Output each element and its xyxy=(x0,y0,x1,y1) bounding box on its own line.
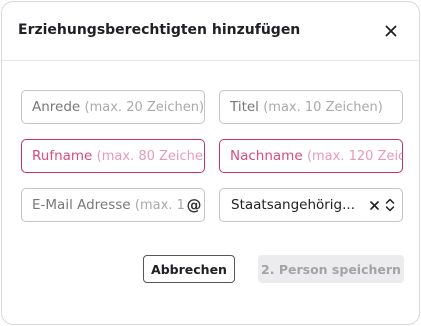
last-name-field[interactable]: Nachname (max. 120 Zeichen) xyxy=(219,139,403,173)
salutation-input[interactable] xyxy=(22,91,204,123)
select-toggle[interactable] xyxy=(384,196,396,214)
close-button[interactable] xyxy=(378,18,404,44)
cancel-button[interactable]: Abbrechen xyxy=(143,255,235,283)
clear-button[interactable] xyxy=(367,196,381,214)
email-input[interactable] xyxy=(22,189,204,221)
dialog-header: Erziehungsberechtigten hinzufügen xyxy=(2,2,419,61)
nationality-select[interactable]: Staatsangehörig... xyxy=(219,188,403,222)
last-name-input[interactable] xyxy=(220,140,402,172)
first-name-field[interactable]: Rufname (max. 80 Zeichen) xyxy=(21,139,205,173)
add-guardian-dialog: Erziehungsberechtigten hinzufügen Anrede… xyxy=(1,1,420,325)
clear-icon xyxy=(369,200,379,210)
salutation-field[interactable]: Anrede (max. 20 Zeichen) xyxy=(21,90,205,124)
at-icon: @ xyxy=(184,195,204,215)
title-input[interactable] xyxy=(220,91,402,123)
email-field[interactable]: E-Mail Adresse (max. 100 Zeichen) @ xyxy=(21,188,205,222)
dialog-title: Erziehungsberechtigten hinzufügen xyxy=(18,22,301,38)
first-name-input[interactable] xyxy=(22,140,204,172)
nationality-value: Staatsangehörig... xyxy=(231,197,355,213)
save-second-person-button[interactable]: 2. Person speichern xyxy=(258,255,404,283)
chevron-updown-icon xyxy=(385,198,395,212)
title-field[interactable]: Titel (max. 10 Zeichen) xyxy=(219,90,403,124)
close-icon xyxy=(385,25,397,37)
